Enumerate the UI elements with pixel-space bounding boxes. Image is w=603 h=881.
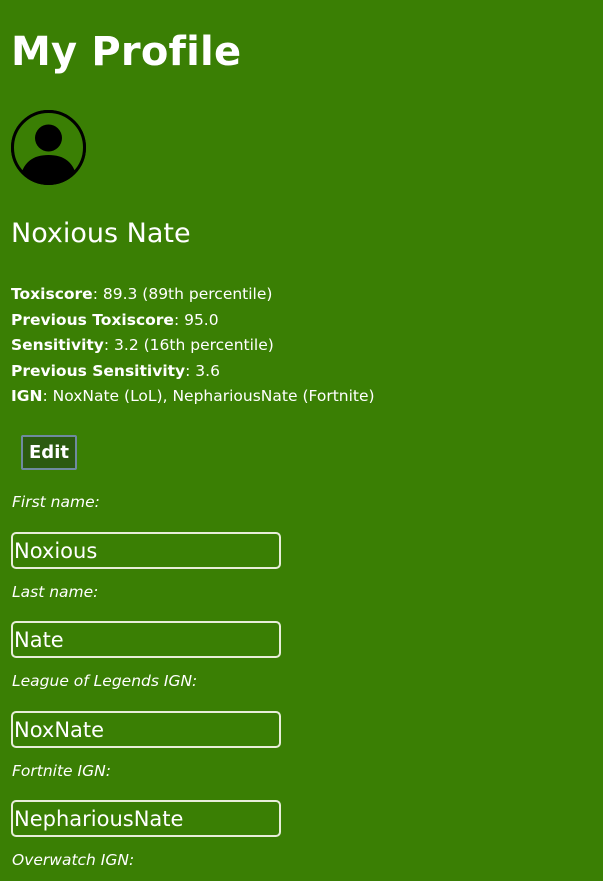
page-title: My Profile	[11, 29, 242, 75]
overwatch-ign-label: Overwatch IGN:	[12, 851, 135, 869]
stat-value: : 89.3 (89th percentile)	[92, 285, 273, 303]
first-name-label: First name:	[12, 493, 100, 511]
stat-row-previous-toxiscore: Previous Toxiscore: 95.0	[11, 308, 375, 334]
display-name: Noxious Nate	[11, 218, 191, 249]
lol-ign-label: League of Legends IGN:	[12, 672, 198, 690]
stat-row-previous-sensitivity: Previous Sensitivity: 3.6	[11, 359, 375, 385]
stat-key: Sensitivity	[11, 336, 104, 354]
lol-ign-field[interactable]	[11, 711, 281, 748]
fortnite-ign-field[interactable]	[11, 800, 281, 837]
stats-list: Toxiscore: 89.3 (89th percentile) Previo…	[11, 282, 375, 410]
stat-value: : 95.0	[173, 310, 219, 329]
stat-value: : 3.2 (16th percentile)	[103, 336, 274, 354]
user-avatar-icon	[11, 110, 86, 185]
stat-value: : 3.6	[185, 361, 220, 380]
stat-key: Previous Toxiscore	[11, 310, 174, 329]
stat-row-sensitivity: Sensitivity: 3.2 (16th percentile)	[11, 333, 375, 359]
last-name-field[interactable]	[11, 621, 281, 658]
stat-key: Toxiscore	[11, 285, 93, 303]
edit-button[interactable]: Edit	[21, 435, 77, 470]
stat-key: Previous Sensitivity	[11, 361, 186, 380]
stat-key: IGN	[11, 387, 43, 405]
first-name-field[interactable]	[11, 532, 281, 569]
stat-row-ign: IGN: NoxNate (LoL), NephariousNate (Fort…	[11, 384, 375, 410]
fortnite-ign-label: Fortnite IGN:	[12, 762, 111, 780]
stat-row-toxiscore: Toxiscore: 89.3 (89th percentile)	[11, 282, 375, 308]
last-name-label: Last name:	[12, 583, 99, 601]
stat-value: : NoxNate (LoL), NephariousNate (Fortnit…	[42, 387, 375, 405]
user-avatar-icon-graphic	[11, 110, 86, 185]
